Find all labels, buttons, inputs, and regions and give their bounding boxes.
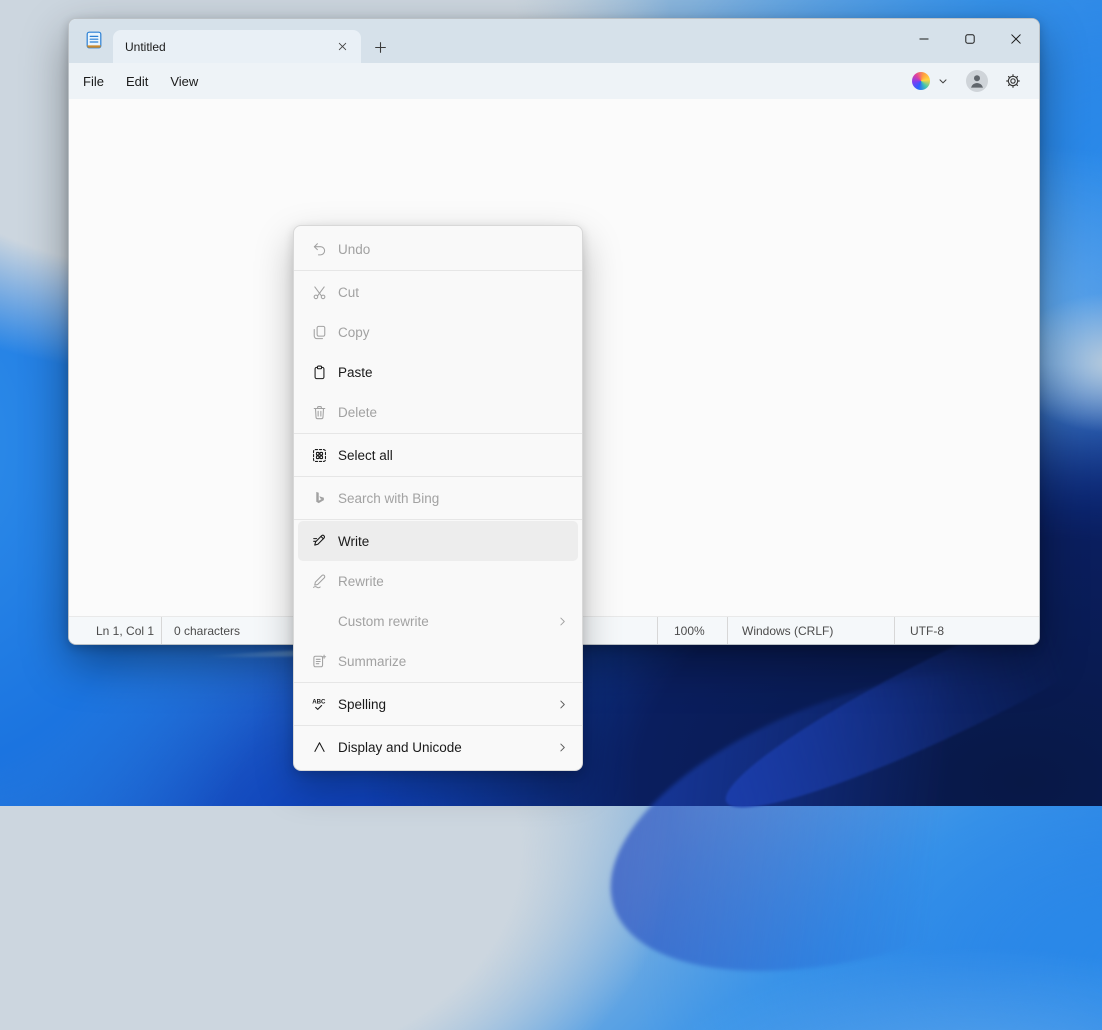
menu-item-label: Copy bbox=[338, 325, 570, 340]
maximize-button[interactable] bbox=[947, 19, 993, 59]
menu-separator bbox=[294, 682, 582, 683]
no-icon bbox=[311, 613, 328, 630]
menu-item-label: Display and Unicode bbox=[338, 740, 555, 755]
menu-separator bbox=[294, 519, 582, 520]
cursor-position: Ln 1, Col 1 bbox=[96, 617, 161, 644]
encoding[interactable]: UTF-8 bbox=[894, 617, 1039, 644]
menu-item-delete: Delete bbox=[294, 392, 582, 432]
menu-bar: File Edit View bbox=[69, 63, 1039, 99]
menu-item-cut: Cut bbox=[294, 272, 582, 312]
settings-button[interactable] bbox=[997, 65, 1029, 97]
copy-icon bbox=[311, 324, 328, 341]
zoom-level[interactable]: 100% bbox=[657, 617, 727, 644]
menubar-item-edit[interactable]: Edit bbox=[117, 69, 157, 94]
account-button[interactable] bbox=[963, 67, 991, 95]
menu-item-custom-rewrite: Custom rewrite bbox=[294, 601, 582, 641]
bing-icon bbox=[311, 490, 328, 507]
status-bar-right: 100% Windows (CRLF) UTF-8 bbox=[657, 617, 1039, 644]
menu-item-label: Delete bbox=[338, 405, 570, 420]
svg-text:ABC: ABC bbox=[312, 698, 326, 705]
menu-item-label: Cut bbox=[338, 285, 570, 300]
window-controls bbox=[901, 19, 1039, 59]
menu-separator bbox=[294, 725, 582, 726]
write-icon bbox=[311, 533, 328, 550]
character-count: 0 characters bbox=[161, 617, 240, 644]
chevron-right-icon bbox=[555, 740, 570, 755]
menu-item-summarize: Summarize bbox=[294, 641, 582, 681]
menubar-item-view[interactable]: View bbox=[161, 69, 207, 94]
menu-item-display-and-unicode[interactable]: Display and Unicode bbox=[294, 727, 582, 767]
menu-item-label: Write bbox=[338, 534, 566, 549]
tab-close-icon[interactable] bbox=[331, 36, 353, 58]
menu-bar-right bbox=[904, 65, 1029, 97]
menubar-item-label: File bbox=[83, 74, 104, 89]
menu-item-search-with-bing: Search with Bing bbox=[294, 478, 582, 518]
gear-icon bbox=[1004, 72, 1022, 90]
select-all-icon bbox=[311, 447, 328, 464]
menubar-item-label: View bbox=[170, 74, 198, 89]
undo-icon bbox=[311, 241, 328, 258]
menu-item-label: Summarize bbox=[338, 654, 570, 669]
menu-item-label: Spelling bbox=[338, 697, 555, 712]
menubar-item-label: Edit bbox=[126, 74, 148, 89]
paste-icon bbox=[311, 364, 328, 381]
menu-item-write[interactable]: Write bbox=[298, 521, 578, 561]
menu-separator bbox=[294, 476, 582, 477]
rewrite-icon bbox=[311, 573, 328, 590]
close-button[interactable] bbox=[993, 19, 1039, 59]
notepad-app-icon bbox=[84, 30, 104, 50]
menu-separator bbox=[294, 270, 582, 271]
menu-item-label: Paste bbox=[338, 365, 570, 380]
new-tab-plus-icon[interactable] bbox=[369, 36, 391, 58]
menu-item-label: Select all bbox=[338, 448, 570, 463]
menubar-item-file[interactable]: File bbox=[74, 69, 113, 94]
title-bar: Untitled bbox=[69, 19, 1039, 63]
tab-untitled[interactable]: Untitled bbox=[113, 30, 361, 63]
menu-item-paste[interactable]: Paste bbox=[294, 352, 582, 392]
desktop: { "window": { "tab": { "title": "Untitle… bbox=[0, 0, 1102, 806]
status-bar-left: Ln 1, Col 1 0 characters bbox=[69, 617, 240, 644]
menu-item-spelling[interactable]: ABC Spelling bbox=[294, 684, 582, 724]
minimize-button[interactable] bbox=[901, 19, 947, 59]
delete-icon bbox=[311, 404, 328, 421]
tab-title: Untitled bbox=[125, 40, 331, 54]
menu-item-label: Rewrite bbox=[338, 574, 570, 589]
chevron-right-icon bbox=[555, 614, 570, 629]
menu-item-label: Custom rewrite bbox=[338, 614, 555, 629]
account-icon bbox=[965, 69, 989, 93]
spelling-icon: ABC bbox=[311, 696, 328, 713]
chevron-right-icon bbox=[555, 697, 570, 712]
summarize-icon bbox=[311, 653, 328, 670]
menu-item-copy: Copy bbox=[294, 312, 582, 352]
cut-icon bbox=[311, 284, 328, 301]
menu-item-select-all[interactable]: Select all bbox=[294, 435, 582, 475]
menu-item-label: Search with Bing bbox=[338, 491, 570, 506]
copilot-icon bbox=[912, 72, 930, 90]
display-unicode-icon bbox=[311, 739, 328, 756]
menu-item-undo: Undo bbox=[294, 229, 582, 269]
wallpaper-ribbon bbox=[574, 610, 1102, 1030]
chevron-down-icon bbox=[937, 75, 949, 87]
context-menu: Undo Cut Copy Paste Delete Select all Search w… bbox=[293, 225, 583, 771]
copilot-button[interactable] bbox=[904, 68, 957, 94]
menu-item-label: Undo bbox=[338, 242, 570, 257]
menu-separator bbox=[294, 433, 582, 434]
line-ending[interactable]: Windows (CRLF) bbox=[727, 617, 894, 644]
menu-item-rewrite: Rewrite bbox=[294, 561, 582, 601]
menu-bar-items: File Edit View bbox=[72, 69, 209, 94]
